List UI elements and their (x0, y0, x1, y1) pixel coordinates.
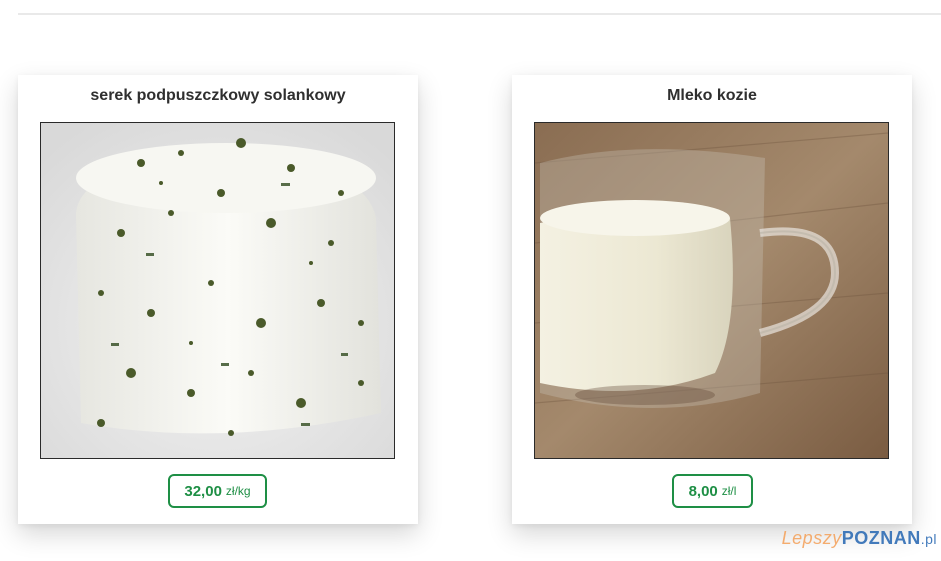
price-value: 8,00 (688, 482, 718, 500)
product-card-goat-milk[interactable]: Mleko kozie 8,00 zł/l (512, 75, 912, 524)
top-divider (18, 13, 941, 15)
product-title[interactable]: Mleko kozie (512, 87, 912, 105)
price-badge: 8,00 zł/l (672, 474, 753, 508)
watermark-part-3: .pl (920, 531, 937, 547)
price-badge: 32,00 zł/kg (168, 474, 267, 508)
price-unit: zł/kg (225, 484, 251, 498)
cheese-photo[interactable] (40, 122, 395, 459)
price-unit: zł/l (721, 484, 737, 498)
watermark-part-1: Lepszy (781, 528, 842, 548)
goat-milk-photo[interactable] (534, 122, 889, 459)
product-title[interactable]: serek podpuszczkowy solankowy (18, 87, 418, 105)
price-value: 32,00 (184, 482, 222, 500)
site-watermark-logo: LepszyPOZNAN.pl (782, 528, 937, 549)
product-card-cheese[interactable]: serek podpuszczkowy solankowy 32,00 zł/k… (18, 75, 418, 524)
watermark-part-2: POZNAN (841, 528, 921, 548)
